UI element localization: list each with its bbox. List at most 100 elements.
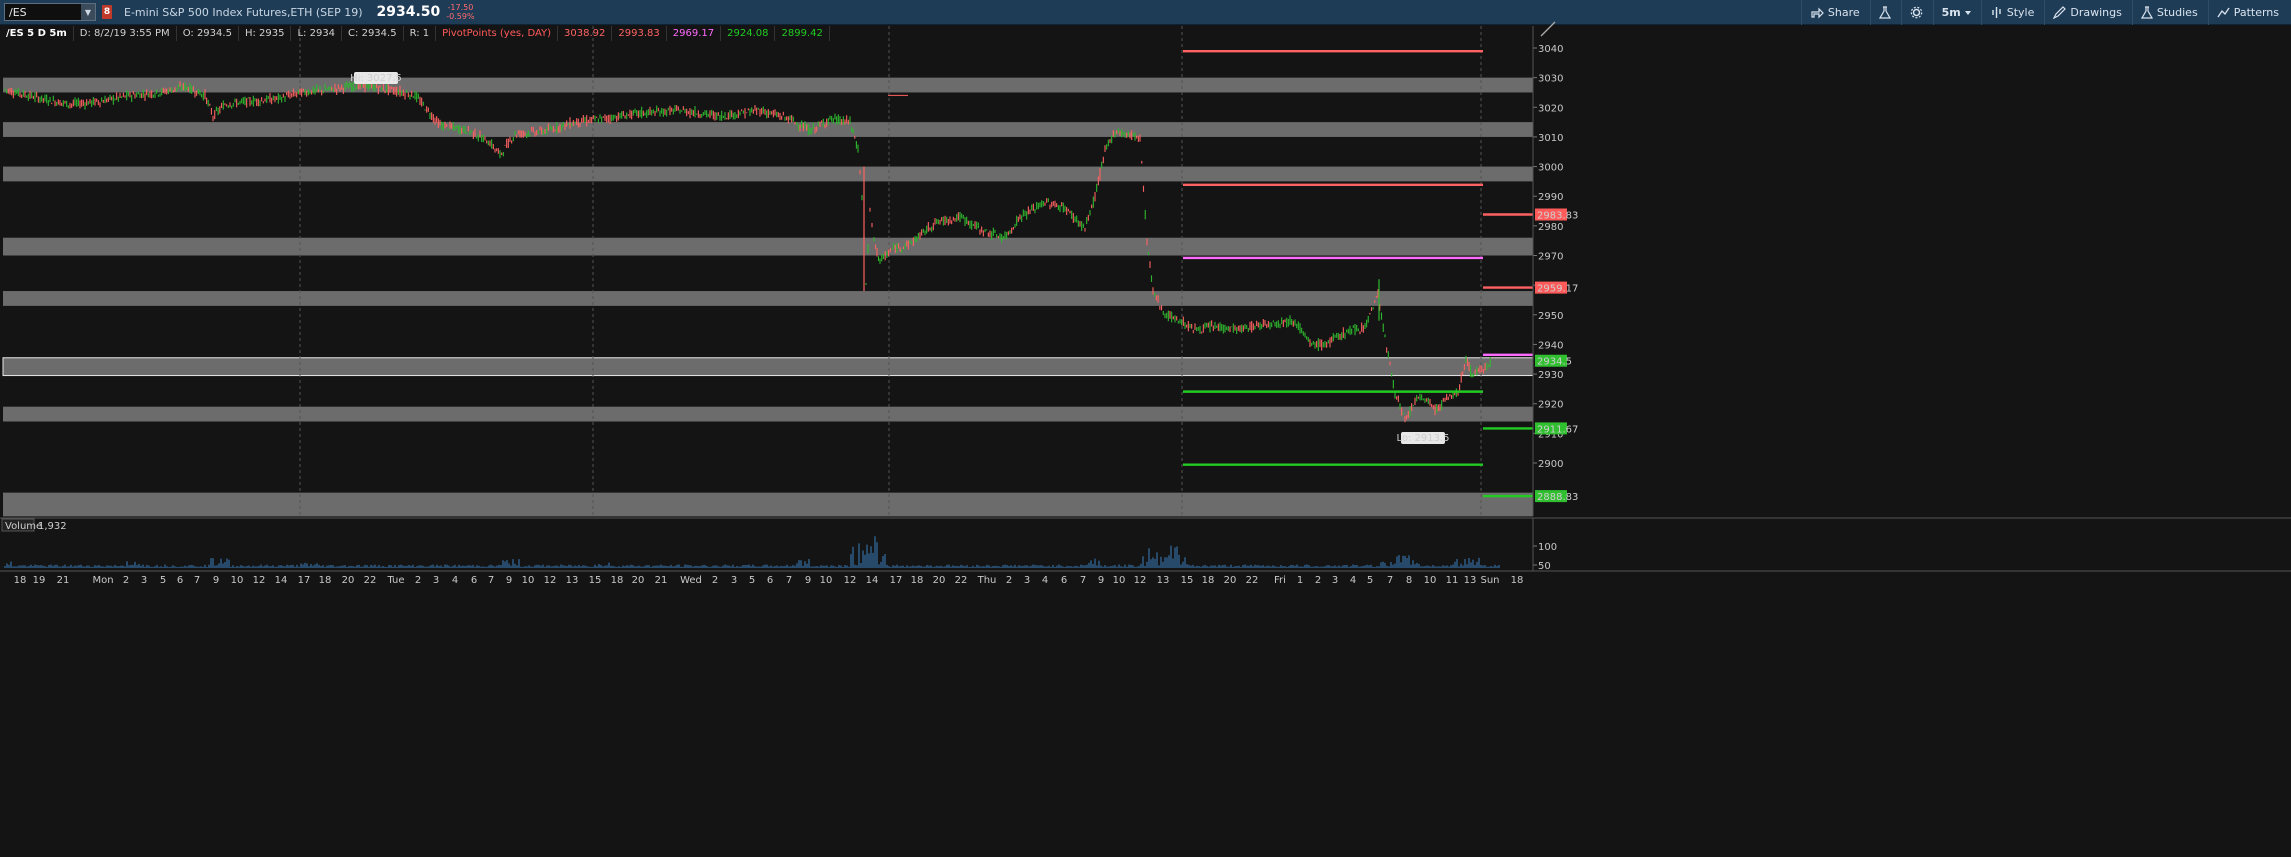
time-axis-label: 5: [749, 575, 755, 586]
time-axis-label: 3: [731, 575, 737, 586]
time-axis-label: 9: [1098, 575, 1104, 586]
time-axis-label: 1: [1297, 575, 1303, 586]
support-resistance-zone: [3, 237, 1533, 256]
price-tag-label: 2983.83: [1537, 211, 1578, 222]
support-resistance-zone: [3, 291, 1533, 306]
time-axis-label: 12: [253, 575, 266, 586]
time-axis-label: 15: [589, 575, 602, 586]
pivot-s2-value: 2899.42: [775, 26, 830, 41]
time-axis-label: 18: [911, 575, 924, 586]
price-axis-label: 2980: [1538, 222, 1563, 233]
time-axis-label: 19: [33, 575, 46, 586]
support-resistance-zone: [3, 357, 1533, 376]
support-resistance-zone: [3, 77, 1533, 93]
price-axis-background: [1533, 26, 2291, 516]
time-axis-label: 22: [1246, 575, 1259, 586]
low-annotation-label: Lo: 2913.5: [1396, 433, 1449, 444]
time-axis-label: 6: [1061, 575, 1067, 586]
high-annotation-label: Hi: 3027.5: [350, 73, 402, 84]
time-axis-label: 7: [786, 575, 792, 586]
time-axis-label: 18: [14, 575, 27, 586]
time-axis-label: 6: [767, 575, 773, 586]
price-tag-label: 2959.17: [1537, 284, 1578, 295]
time-axis-label: 13: [1464, 575, 1477, 586]
bar-open: O: 2934.5: [177, 26, 239, 41]
time-axis-label: 2: [1006, 575, 1012, 586]
time-axis-label: 21: [57, 575, 70, 586]
price-tag-label: 2911.67: [1537, 424, 1578, 435]
time-axis-label: 20: [933, 575, 946, 586]
bar-low: L: 2934: [291, 26, 343, 41]
time-axis-label: 14: [866, 575, 879, 586]
price-axis-label: 3040: [1538, 44, 1563, 55]
support-resistance-zone: [3, 166, 1533, 182]
time-axis-label: 8: [1406, 575, 1412, 586]
time-axis-label: 10: [522, 575, 535, 586]
price-chart[interactable]: Hi: 3027.5 Lo: 2913.5 3040 3030 3020 3010 3000…: [0, 0, 2291, 857]
time-axis-label: 2: [712, 575, 718, 586]
study-name[interactable]: PivotPoints (yes, DAY): [436, 26, 559, 41]
price-axis-label: 3000: [1538, 163, 1563, 174]
time-axis-label: 13: [566, 575, 579, 586]
time-axis-label: 7: [1387, 575, 1393, 586]
price-axis-label: 2940: [1538, 340, 1563, 351]
time-axis-label: 12: [1134, 575, 1147, 586]
time-axis-label: 3: [1024, 575, 1030, 586]
price-axis-label: 2990: [1538, 192, 1563, 203]
bar-high: H: 2935: [239, 26, 292, 41]
volume-panel-background: [0, 518, 2291, 571]
time-axis-label: 14: [275, 575, 288, 586]
time-axis-label: 21: [655, 575, 668, 586]
time-axis-label: 3: [1332, 575, 1338, 586]
volume-value: 1,932: [38, 521, 67, 532]
pivot-r1-value: 2993.83: [612, 26, 667, 41]
price-axis-label: 2900: [1538, 459, 1563, 470]
time-axis-label: 20: [1224, 575, 1237, 586]
volume-label: Volume: [5, 521, 42, 532]
time-axis-label: 2: [415, 575, 421, 586]
time-axis-label: 18: [1202, 575, 1215, 586]
time-axis-label: 10: [820, 575, 833, 586]
time-axis-label: 4: [1350, 575, 1356, 586]
price-axis-label: 3020: [1538, 103, 1563, 114]
time-axis-label: 6: [177, 575, 183, 586]
price-tag-label: 2888.83: [1537, 492, 1578, 503]
time-axis-label: 18: [1511, 575, 1524, 586]
bar-time: D: 8/2/19 3:55 PM: [74, 26, 177, 41]
time-axis-label: Tue: [386, 575, 404, 586]
bar-range: R: 1: [404, 26, 437, 41]
time-axis-label: 12: [544, 575, 557, 586]
time-axis-label: 7: [194, 575, 200, 586]
time-axis-label: 22: [955, 575, 968, 586]
time-axis-label: 2: [123, 575, 129, 586]
time-axis-label: 9: [506, 575, 512, 586]
time-axis-label: 6: [471, 575, 477, 586]
time-axis-label: 10: [231, 575, 244, 586]
thinkorswim-chart-window: /ES ▼ 8 E-mini S&P 500 Index Futures,ETH…: [0, 0, 2291, 857]
time-axis-label: 17: [298, 575, 311, 586]
time-axis-label: Mon: [92, 575, 113, 586]
time-axis-label: Thu: [977, 575, 997, 586]
time-axis-label: Sun: [1480, 575, 1499, 586]
price-panel-background: [3, 26, 1533, 516]
chart-description: /ES 5 D 5m: [0, 26, 74, 41]
price-axis-label: 2930: [1538, 370, 1563, 381]
price-tag-label: 2934.5: [1537, 357, 1572, 368]
time-axis-label: 15: [1181, 575, 1194, 586]
chart-info-bar: /ES 5 D 5m D: 8/2/19 3:55 PM O: 2934.5 H…: [0, 26, 830, 41]
time-axis-label: 4: [1042, 575, 1048, 586]
time-axis-label: 12: [844, 575, 857, 586]
time-axis-label: 17: [890, 575, 903, 586]
time-axis-label: 20: [632, 575, 645, 586]
time-axis-label: 7: [1080, 575, 1086, 586]
bar-close: C: 2934.5: [342, 26, 404, 41]
time-axis-label: 9: [805, 575, 811, 586]
time-axis-label: Fri: [1274, 575, 1286, 586]
time-axis-label: 3: [433, 575, 439, 586]
time-axis-label: 2: [1315, 575, 1321, 586]
pivot-r2-value: 3038.92: [558, 26, 613, 41]
time-axis-label: 4: [452, 575, 458, 586]
price-axis-label: 3030: [1538, 74, 1563, 85]
time-axis-label: 10: [1113, 575, 1126, 586]
support-resistance-zone: [3, 492, 1533, 517]
